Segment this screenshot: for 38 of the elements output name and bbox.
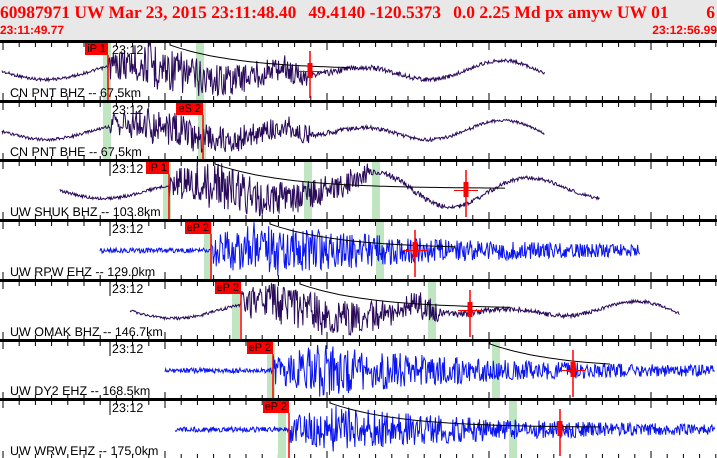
amplitude-marker: [458, 290, 482, 337]
channel-label: CN PNT BHE -- 67.5km: [10, 145, 142, 160]
time-mark-text: 23:12: [112, 401, 144, 416]
pick-line: [202, 114, 204, 160]
pick-line: [240, 294, 242, 339]
event-summary-text: 49.4140 -120.5373: [308, 1, 442, 23]
amplitude-marker: [548, 409, 572, 456]
pick-flag[interactable]: eP 2: [214, 282, 241, 294]
time-mark-text: 23:12: [112, 342, 144, 356]
time-mark-text: 23:12: [112, 102, 144, 117]
event-summary-text: 60987971 UW Mar 23, 2015 23:11:48.40: [0, 1, 296, 23]
pick-line: [272, 354, 274, 398]
pick-flag[interactable]: eP 2: [184, 222, 211, 234]
channel-label: UW RPW EHZ -- 129.0km: [10, 264, 156, 279]
time-mark-text: 23:12: [112, 282, 144, 296]
amplitude-marker: [560, 350, 586, 397]
channel-label: UW SHUK BHZ -- 103.8km: [10, 205, 161, 220]
pick-flag[interactable]: eP 2: [246, 342, 273, 354]
event-summary-text: 6: [706, 1, 716, 23]
channel-label: UW OMAK BHZ -- 146.7km: [10, 324, 163, 339]
time-mark-text: 23:12: [112, 162, 144, 176]
pick-line: [210, 234, 212, 279]
pick-line: [168, 174, 170, 220]
time-mark-text: 23:12: [112, 222, 144, 236]
pick-flag[interactable]: eS 2: [176, 102, 203, 115]
amplitude-marker: [402, 230, 428, 278]
pick-flag[interactable]: iP 1: [146, 162, 169, 174]
pick-flag[interactable]: eP 2: [262, 401, 289, 414]
amplitude-marker: [454, 170, 478, 218]
event-summary-text: 0.0 2.25 Md px amyw UW 01: [453, 1, 669, 23]
channel-label: UW DY2 EHZ -- 168.5km: [10, 384, 150, 398]
end-time-text: 23:12:56.99: [652, 23, 717, 37]
pick-line: [288, 413, 290, 458]
amplitude-marker: [298, 51, 322, 98]
pick-flag[interactable]: iP 1: [85, 43, 108, 55]
channel-label: UW WRW EHZ -- 175.0km: [10, 444, 158, 458]
pick-window: [372, 162, 380, 220]
start-time-text: 23:11:49.77: [0, 23, 64, 37]
